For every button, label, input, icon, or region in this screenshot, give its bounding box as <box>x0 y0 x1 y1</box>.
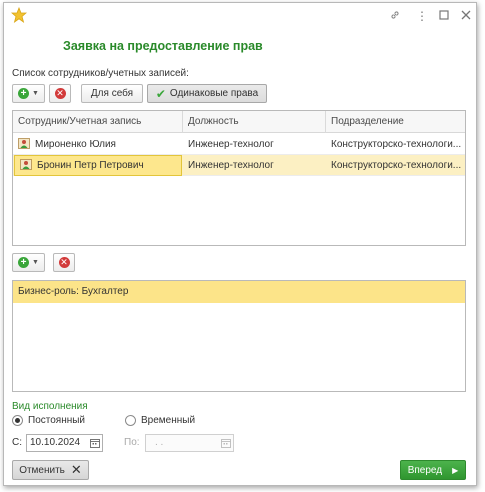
plus-icon: + <box>18 88 30 99</box>
arrow-right-icon: ▶ <box>452 465 459 475</box>
delete-icon: ✕ <box>58 257 70 268</box>
user-card-icon <box>18 138 30 149</box>
column-header-employee[interactable]: Сотрудник/Учетная запись <box>13 111 183 133</box>
radio-selected-icon <box>12 415 23 426</box>
plus-icon: + <box>18 257 30 268</box>
employees-table[interactable]: Сотрудник/Учетная запись Должность Подра… <box>12 110 466 246</box>
position-cell: Инженер-технолог <box>188 160 274 171</box>
column-header-department[interactable]: Подразделение <box>326 111 467 133</box>
add-role-button[interactable]: + ▼ <box>12 253 45 272</box>
remove-employee-button[interactable]: ✕ <box>49 84 71 103</box>
employee-cell: Мироненко Юлия <box>13 134 183 155</box>
department-cell: Конструкторско-технологи... <box>331 139 462 150</box>
employees-list-label: Список сотрудников/учетных записей: <box>12 68 189 79</box>
calendar-icon[interactable] <box>221 438 231 448</box>
add-employee-button[interactable]: + ▼ <box>12 84 45 103</box>
to-date-value: . . <box>155 437 164 448</box>
radio-temporary-label: Временный <box>141 415 196 426</box>
same-rights-toggle[interactable]: ✔ Одинаковые права <box>147 84 267 103</box>
calendar-icon[interactable] <box>90 438 100 448</box>
link-icon[interactable] <box>388 9 402 23</box>
radio-permanent[interactable]: Постоянный <box>12 415 85 426</box>
to-label: По: <box>124 437 140 448</box>
employee-cell-current: Бронин Петр Петрович <box>14 155 182 176</box>
close-icon[interactable] <box>459 9 473 23</box>
next-label: Вперед <box>407 464 443 476</box>
page-title: Заявка на предоставление прав <box>63 39 263 53</box>
maximize-icon[interactable] <box>437 9 451 23</box>
from-date-input[interactable]: 10.10.2024 <box>26 434 103 452</box>
favorite-star-icon[interactable] <box>11 7 27 23</box>
table-row-selected[interactable]: Бизнес-роль: Бухгалтер <box>13 281 465 303</box>
radio-permanent-label: Постоянный <box>28 415 86 426</box>
employee-name: Мироненко Юлия <box>35 139 116 150</box>
radio-temporary[interactable]: Временный <box>125 415 195 426</box>
position-cell: Инженер-технолог <box>188 139 274 150</box>
roles-table[interactable]: Бизнес-роль: Бухгалтер <box>12 280 466 392</box>
execution-type-label: Вид исполнения <box>12 401 88 412</box>
same-rights-label: Одинаковые права <box>169 88 259 99</box>
checkmark-icon: ✔ <box>155 86 166 101</box>
delete-icon: ✕ <box>54 88 66 99</box>
for-self-button[interactable]: Для себя <box>81 84 143 103</box>
chevron-down-icon: ▼ <box>32 259 39 266</box>
column-header-position[interactable]: Должность <box>183 111 326 133</box>
cancel-label: Отменить <box>19 464 65 476</box>
remove-role-button[interactable]: ✕ <box>53 253 75 272</box>
dialog-window: ⋮ Заявка на предоставление прав Список с… <box>3 2 477 486</box>
table-row-selected[interactable]: Бронин Петр Петрович Инженер-технолог Ко… <box>13 155 465 176</box>
radio-empty-icon <box>125 415 136 426</box>
department-cell: Конструкторско-технологи... <box>331 160 462 171</box>
next-button[interactable]: Вперед ▶ <box>400 460 466 480</box>
more-options-icon[interactable]: ⋮ <box>415 9 429 23</box>
chevron-down-icon: ▼ <box>32 90 39 97</box>
table-header: Сотрудник/Учетная запись Должность Подра… <box>13 111 465 133</box>
from-date-value: 10.10.2024 <box>30 437 81 448</box>
cancel-button[interactable]: Отменить ✕ <box>12 460 89 480</box>
employee-name: Бронин Петр Петрович <box>37 160 144 171</box>
user-card-icon <box>20 159 32 170</box>
to-date-input[interactable]: . . <box>145 434 234 452</box>
table-row[interactable]: Мироненко Юлия Инженер-технолог Конструк… <box>13 134 465 155</box>
from-label: С: <box>12 437 22 448</box>
title-bar: ⋮ <box>4 3 476 29</box>
close-icon: ✕ <box>70 462 82 477</box>
